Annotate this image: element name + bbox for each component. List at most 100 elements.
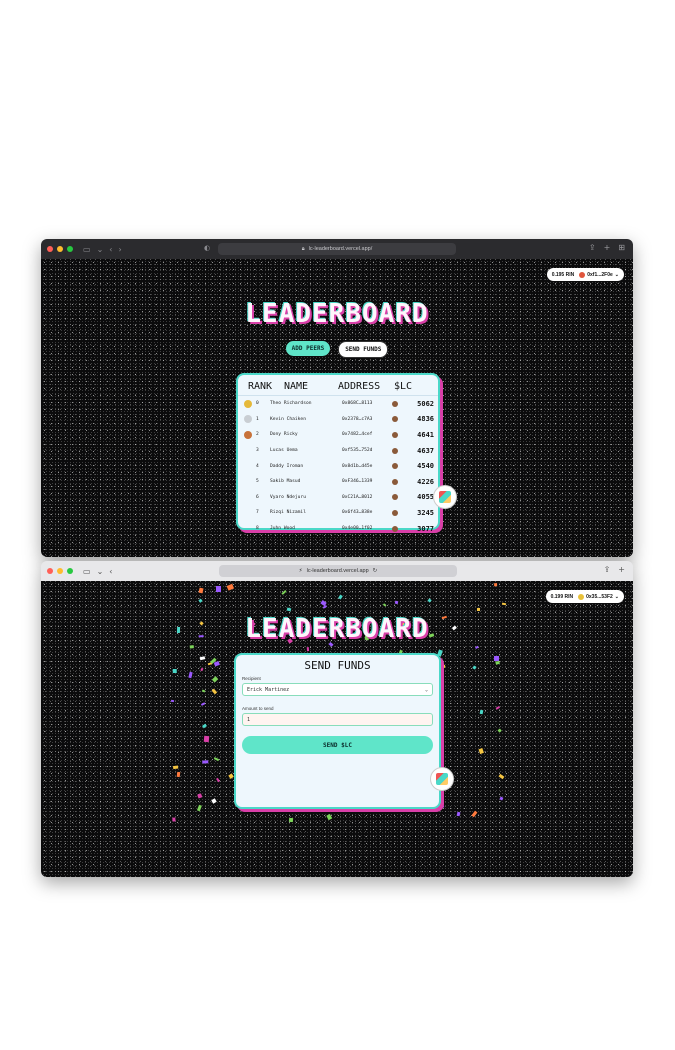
row-rank: 4 [256, 463, 259, 469]
send-funds-modal: SEND FUNDS Recipient Erick Martinez ⌄ Am… [234, 653, 441, 809]
minimize-window-button[interactable] [57, 246, 63, 252]
column-currency: $LC [394, 381, 413, 392]
confetti-piece [216, 586, 221, 592]
row-score: 4637 [417, 446, 434, 455]
wallet-address: 0xf1...2F0e [587, 271, 613, 278]
confetti-piece [441, 664, 446, 669]
confetti-piece [176, 771, 181, 777]
toolbar-right: ⇪ + [604, 565, 625, 574]
browser-titlebar: ▭ ⌄ ‹ ⚡︎ lc-leaderboard.vercel.app ↻ ⇪ + [41, 561, 633, 581]
recipient-value: Erick Martinez [247, 686, 290, 693]
reload-icon[interactable]: ↻ [373, 568, 378, 574]
row-rank: 7 [256, 510, 259, 516]
row-name: Lucas Uema [270, 448, 298, 454]
confetti-piece [286, 607, 291, 612]
minimize-window-button[interactable] [57, 568, 63, 574]
mascot-sticker-icon [430, 767, 454, 791]
tab-overview-icon[interactable]: ⊞ [618, 243, 625, 252]
new-tab-icon[interactable]: + [604, 243, 611, 252]
wallet-avatar [579, 271, 586, 278]
confetti-piece [202, 759, 209, 764]
confetti-piece [472, 665, 477, 670]
address-bar[interactable]: ⚡︎ lc-leaderboard.vercel.app ↻ [219, 565, 457, 577]
row-name: Rizqi Nizamil [270, 510, 306, 516]
row-name: Daddy Iroman [270, 463, 304, 469]
wallet-badge[interactable]: 0.195 RIN 0xf1...2F0e ⌄ [546, 268, 624, 281]
row-rank: 0 [256, 401, 259, 407]
table-body: 0 Theo Richardson 0x868C…8113 5062 1 Kevin Ch… [238, 396, 438, 536]
send-funds-button[interactable]: SEND FUNDS [338, 341, 389, 358]
confetti-piece [197, 793, 202, 799]
confetti-piece [173, 669, 178, 674]
row-name: Kevin Chaiken [270, 416, 306, 422]
table-row: 8 Juhn Wood 0x4e00…1f02 3077 [238, 521, 438, 537]
back-icon[interactable]: ‹ [109, 245, 112, 254]
recipient-select[interactable]: Erick Martinez ⌄ [242, 683, 433, 696]
row-rank: 3 [256, 448, 259, 454]
chevron-down-icon[interactable]: ⌄ [97, 567, 104, 576]
confetti-piece [394, 600, 399, 605]
confetti-piece [456, 811, 461, 817]
confetti-piece [201, 701, 206, 706]
window-controls [47, 246, 73, 252]
row-rank: 6 [256, 494, 259, 500]
leaderboard-table: RANK NAME ADDRESS $LC 0 Theo Richardson 0x… [236, 373, 440, 533]
add-peers-button[interactable]: ADD PEERS [285, 341, 331, 356]
sidebar-icon[interactable]: ▭ [83, 567, 91, 576]
address-bar-url: lc-leaderboard.vercel.app [306, 568, 369, 574]
sidebar-icon[interactable]: ▭ [83, 245, 91, 254]
row-rank: 8 [256, 526, 259, 532]
coin-icon [392, 447, 398, 454]
row-address: 0x7482…4cef [342, 432, 373, 438]
browser-window-send-funds: ▭ ⌄ ‹ ⚡︎ lc-leaderboard.vercel.app ↻ ⇪ +… [41, 561, 633, 877]
chevron-down-icon[interactable]: ⌄ [97, 245, 104, 254]
back-icon[interactable]: ‹ [109, 567, 112, 576]
coin-icon [392, 431, 398, 438]
share-icon[interactable]: ⇪ [589, 243, 596, 252]
amount-input[interactable]: 1 [242, 713, 433, 726]
zoom-window-button[interactable] [67, 568, 73, 574]
table-row: 5 Sakib Masud 0xF346…1339 4226 [238, 474, 438, 490]
lock-icon: 🔒︎ [301, 245, 305, 252]
confetti-piece [501, 602, 507, 606]
zoom-window-button[interactable] [67, 246, 73, 252]
send-lc-button[interactable]: SEND $LC [242, 736, 433, 754]
confetti-piece [493, 655, 499, 661]
close-window-button[interactable] [47, 568, 53, 574]
confetti-piece [189, 644, 195, 649]
row-name: Sakib Masud [270, 479, 301, 485]
address-bar[interactable]: 🔒︎ lc-leaderboard.vercel.app/ [218, 243, 456, 255]
privacy-shield-icon[interactable]: ◐ [204, 244, 210, 252]
row-address: 0x868C…8113 [342, 401, 373, 407]
share-icon[interactable]: ⇪ [604, 565, 611, 574]
confetti-piece [187, 671, 193, 678]
new-tab-icon[interactable]: + [618, 565, 625, 574]
table-row: 7 Rizqi Nizamil 0x6f43…838e 3245 [238, 505, 438, 521]
wallet-avatar [578, 593, 585, 600]
confetti-piece [226, 583, 234, 590]
chevron-down-icon: ⌄ [424, 686, 428, 693]
nav-controls: ▭ ⌄ ‹ › [83, 245, 122, 254]
wallet-badge[interactable]: 0.199 RIN 0x35...53F2 ⌄ [545, 590, 624, 603]
wallet-address-group: 0xf1...2F0e ⌄ [579, 271, 619, 278]
browser-window-leaderboard: ▭ ⌄ ‹ › ◐ 🔒︎ lc-leaderboard.vercel.app/ … [41, 239, 633, 557]
column-name: NAME [284, 381, 309, 392]
coin-icon [392, 478, 398, 485]
medal-icon [244, 430, 252, 439]
row-score: 4540 [417, 462, 434, 471]
row-name: Vyaro Ndejuru [270, 494, 306, 500]
wallet-balance: 0.195 RIN [551, 271, 575, 278]
lightning-icon: ⚡︎ [298, 568, 303, 574]
forward-icon[interactable]: › [118, 245, 121, 254]
confetti-piece [200, 656, 206, 661]
close-window-button[interactable] [47, 246, 53, 252]
confetti-piece [288, 817, 294, 823]
confetti-piece [198, 599, 203, 603]
confetti-piece [497, 728, 502, 734]
recipient-label: Recipient [242, 676, 261, 681]
medal-icon [244, 399, 252, 408]
row-address: 0x8d1b…d45e [342, 463, 373, 469]
confetti-piece [493, 583, 498, 587]
confetti-piece [281, 589, 288, 595]
coin-icon [392, 463, 398, 470]
